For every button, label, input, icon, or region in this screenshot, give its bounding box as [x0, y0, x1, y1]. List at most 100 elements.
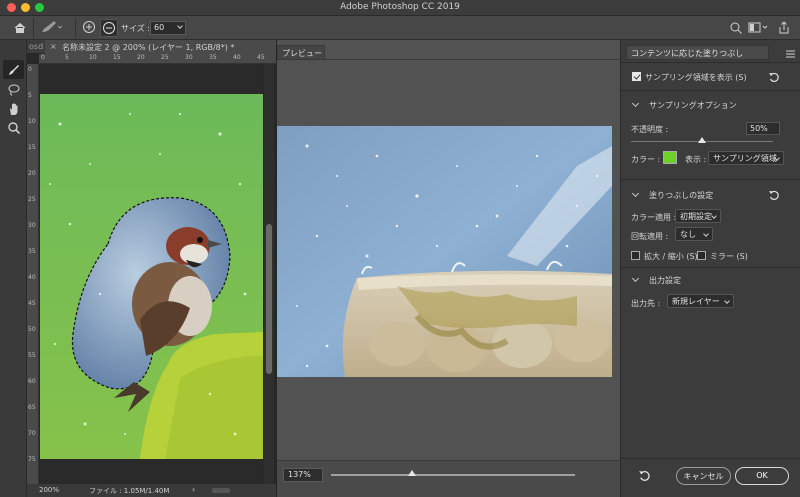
menu-icon — [786, 50, 795, 58]
ruler-tick-label: 55 — [28, 352, 36, 359]
scrollbar-thumb[interactable] — [266, 224, 272, 374]
lasso-tool[interactable] — [3, 80, 24, 99]
brush-tool-icon — [8, 64, 19, 75]
preview-image[interactable] — [277, 126, 612, 377]
rotation-adaptation-dropdown[interactable]: なし — [675, 227, 713, 241]
plus-circle-icon — [83, 21, 95, 33]
ruler-tick-label: 30 — [28, 222, 36, 229]
preview-tab-divider — [277, 59, 621, 60]
divider — [75, 18, 76, 38]
reset-fill-settings-button[interactable] — [768, 189, 780, 203]
preview-zoom-slider-track[interactable] — [331, 474, 575, 476]
document-window: osd × 名称未設定 2 @ 200% (レイヤー 1, RGB/8*) * … — [27, 40, 276, 497]
chevron-down-icon[interactable] — [631, 189, 640, 198]
file-size-info[interactable]: ファイル : 1.05M/1.40M — [89, 486, 169, 496]
ruler-tick-label: 40 — [28, 274, 36, 281]
ruler-tick-label: 65 — [28, 404, 36, 411]
output-to-dropdown[interactable]: 新規レイヤー — [667, 294, 734, 308]
status-menu-arrow[interactable]: › — [192, 485, 195, 494]
ruler-tick-label: 70 — [28, 430, 36, 437]
divider — [33, 18, 34, 38]
minus-circle-icon — [103, 22, 115, 34]
rotation-adaptation-value: なし — [680, 230, 696, 239]
reset-icon — [639, 471, 650, 481]
ruler-tick-label: 15 — [28, 144, 36, 151]
brush-preset-picker[interactable] — [38, 19, 68, 37]
ruler-tick-label: 75 — [28, 456, 36, 463]
divider — [621, 179, 800, 180]
subtract-from-selection-button[interactable] — [100, 19, 118, 37]
hand-tool[interactable] — [3, 99, 24, 118]
canvas-pasteboard-bottom — [40, 459, 263, 484]
scale-label: 拡大 / 縮小 (S) — [644, 252, 698, 261]
divider — [621, 90, 800, 91]
color-adaptation-label: カラー適用 : — [631, 213, 677, 222]
horizontal-ruler: 0 5 10 15 20 25 30 35 40 45 — [39, 54, 276, 64]
canvas-image — [40, 94, 263, 459]
zoom-tool[interactable] — [3, 118, 24, 137]
add-to-selection-button[interactable] — [81, 19, 97, 37]
canvas[interactable] — [40, 94, 263, 459]
content-aware-fill-panel: コンテンツに応じた塗りつぶし サンプリング領域を表示 (S) サンプリングオプシ… — [620, 40, 800, 497]
brush-tool[interactable] — [3, 60, 24, 79]
display-value: サンプリング領域 — [713, 154, 777, 163]
sampling-options-title: サンプリングオプション — [649, 101, 737, 110]
opacity-slider-thumb[interactable] — [698, 137, 706, 143]
preview-photo — [277, 126, 612, 377]
preview-zoom-bar: 137% — [277, 460, 621, 497]
title-bar: Adobe Photoshop CC 2019 — [0, 0, 800, 16]
tools-panel — [0, 40, 27, 497]
scale-checkbox[interactable] — [631, 251, 640, 260]
divider — [621, 62, 800, 63]
search-button[interactable] — [729, 21, 743, 37]
brush-icon — [42, 21, 63, 32]
ruler-tick-label: 5 — [65, 54, 69, 61]
chevron-down-icon[interactable] — [631, 274, 640, 283]
preview-zoom-slider-thumb[interactable] — [407, 470, 416, 476]
home-button[interactable] — [10, 19, 30, 37]
output-to-label: 出力先 : — [631, 299, 661, 308]
display-dropdown[interactable]: サンプリング領域 — [708, 151, 784, 165]
size-input[interactable]: 60 — [150, 21, 186, 35]
share-icon — [779, 21, 789, 34]
reset-all-button[interactable] — [638, 469, 651, 484]
ruler-tick-label: 45 — [28, 300, 36, 307]
chevron-down-icon[interactable] — [631, 99, 640, 108]
cancel-button[interactable]: キャンセル — [676, 467, 731, 485]
horizontal-scrollbar-thumb[interactable] — [212, 488, 230, 493]
ruler-tick-label: 35 — [28, 248, 36, 255]
preview-panel: プレビュー 137% — [276, 40, 621, 497]
panel-tab[interactable]: コンテンツに応じた塗りつぶし — [626, 45, 769, 60]
ruler-tick-label: 0 — [28, 66, 32, 73]
preview-tab[interactable]: プレビュー — [277, 45, 325, 59]
ruler-tick-label: 10 — [28, 118, 36, 125]
opacity-label: 不透明度 : — [631, 125, 669, 134]
hand-icon — [9, 102, 17, 115]
sampling-color-swatch[interactable] — [663, 151, 677, 164]
chevron-down-icon — [177, 23, 183, 29]
share-button[interactable] — [777, 21, 791, 37]
color-label: カラー : — [631, 155, 661, 164]
document-tab[interactable]: × 名称未設定 2 @ 200% (レイヤー 1, RGB/8*) * — [45, 40, 276, 54]
zoom-level[interactable]: 200% — [39, 486, 59, 494]
vertical-ruler: 0 5 10 15 20 25 30 35 40 45 50 55 60 65 70 75 — [27, 64, 39, 485]
ruler-tick-label: 30 — [185, 54, 193, 61]
panel-menu-button[interactable] — [786, 50, 795, 60]
previous-document-tab[interactable]: osd — [29, 42, 43, 51]
opacity-field[interactable]: 50% — [746, 122, 780, 135]
output-to-value: 新規レイヤー — [672, 297, 720, 306]
show-sampling-area-checkbox[interactable] — [632, 72, 641, 81]
close-tab-icon[interactable]: × — [50, 42, 57, 51]
ruler-tick-label: 40 — [233, 54, 241, 61]
preview-zoom-field[interactable]: 137% — [283, 468, 323, 482]
workspace-button[interactable] — [748, 21, 770, 37]
ruler-tick-label: 5 — [28, 92, 32, 99]
mirror-checkbox[interactable] — [697, 251, 706, 260]
size-label: サイズ : — [121, 24, 150, 33]
ok-button[interactable]: OK — [735, 467, 789, 485]
vertical-scrollbar[interactable] — [264, 64, 274, 484]
color-adaptation-dropdown[interactable]: 初期設定 — [675, 209, 721, 223]
ruler-tick-label: 0 — [41, 54, 45, 61]
home-icon — [14, 22, 26, 33]
reset-sampling-button[interactable] — [768, 71, 780, 85]
